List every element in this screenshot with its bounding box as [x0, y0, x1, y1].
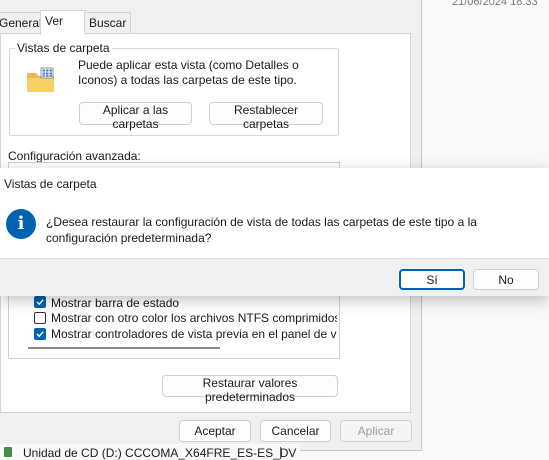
folder-grid-icon: [26, 66, 56, 94]
text-cursor: [280, 447, 281, 459]
drive-label[interactable]: Unidad de CD (D:) CCCOMA_X64FRE_ES-ES_DV: [23, 446, 296, 460]
list-item-show-status-bar[interactable]: Mostrar barra de estado: [51, 296, 337, 310]
reset-folders-button[interactable]: Restablecer carpetas: [209, 102, 323, 131]
yes-button[interactable]: Sí: [399, 269, 465, 290]
dialog-divider: [0, 258, 549, 259]
restore-defaults-button[interactable]: Restaurar valores predeterminados: [162, 375, 338, 404]
dialog-title: Vistas de carpeta: [4, 177, 97, 191]
folder-views-title: Vistas de carpeta: [15, 41, 112, 55]
ok-button[interactable]: Aceptar: [179, 420, 251, 442]
info-icon: i: [6, 209, 36, 239]
folder-views-description: Puede aplicar esta vista (como Detalles …: [78, 58, 299, 87]
checkbox-ntfs-color[interactable]: [34, 312, 46, 324]
list-item-ntfs-color[interactable]: Mostrar con otro color los archivos NTFS…: [51, 311, 337, 325]
tab-ver[interactable]: Ver: [40, 10, 86, 35]
checkbox-show-status-bar[interactable]: [34, 296, 46, 308]
file-date: 21/06/2024 18:33: [452, 0, 538, 8]
apply-to-folders-button[interactable]: Aplicar a las carpetas: [79, 102, 192, 131]
cd-drive-icon: [4, 447, 12, 457]
advanced-settings-label: Configuración avanzada:: [8, 149, 141, 163]
checkbox-preview-handlers[interactable]: [34, 328, 46, 340]
horizontal-scrollbar[interactable]: [28, 347, 220, 349]
cancel-button[interactable]: Cancelar: [260, 420, 331, 442]
apply-button: Aplicar: [340, 420, 412, 442]
tab-buscar[interactable]: Buscar: [84, 12, 132, 33]
dialog-message: ¿Desea restaurar la configuración de vis…: [46, 215, 477, 245]
list-item-preview-handlers[interactable]: Mostrar controladores de vista previa en…: [51, 327, 337, 341]
no-button[interactable]: No: [473, 269, 539, 290]
